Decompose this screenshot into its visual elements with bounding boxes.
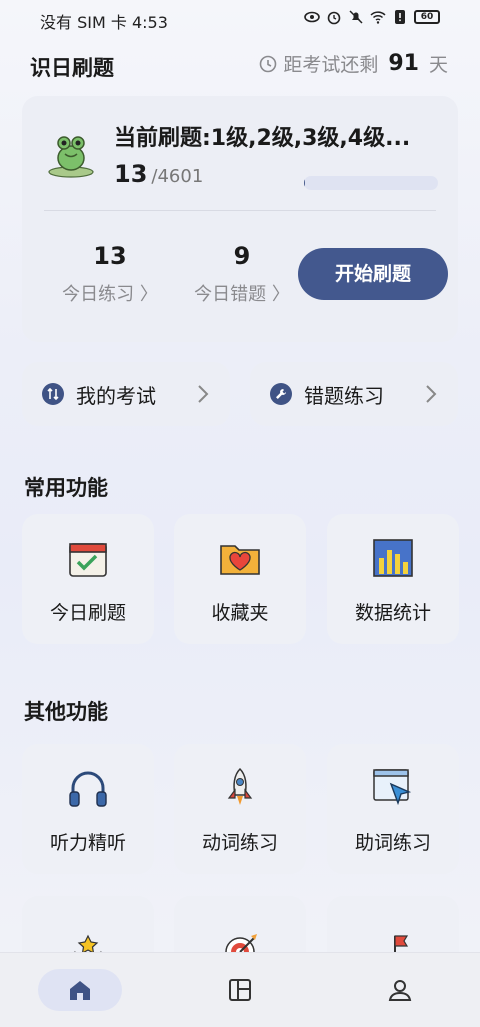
headphones-icon bbox=[69, 771, 107, 807]
battery-icon: 60 bbox=[414, 10, 440, 24]
tile-favorites[interactable]: 收藏夹 bbox=[174, 514, 306, 644]
current-practice-card[interactable]: 当前刷题:1级,2级,3级,4级... 13/4601 13 今日练习 〉 9 … bbox=[22, 96, 458, 342]
swap-icon bbox=[42, 383, 64, 405]
tile-label: 今日刷题 bbox=[49, 602, 126, 624]
today-wrong-value: 9 bbox=[233, 242, 251, 270]
user-icon bbox=[388, 980, 412, 1001]
frog-icon bbox=[48, 136, 94, 178]
tile-verb-practice[interactable]: 动词练习 bbox=[174, 744, 306, 874]
today-wrong-label: 今日错题 〉 bbox=[194, 284, 290, 305]
mistake-practice-label: 错题练习 bbox=[304, 383, 384, 408]
header: 识日刷题 距考试还剩 91 天 bbox=[30, 48, 448, 82]
status-carrier-time: 没有 SIM 卡 4:53 bbox=[40, 13, 168, 32]
wrench-icon bbox=[270, 383, 292, 405]
nav-library[interactable] bbox=[198, 969, 282, 1011]
countdown-unit: 天 bbox=[428, 54, 448, 76]
status-bar: 没有 SIM 卡 4:53 60 bbox=[0, 0, 480, 36]
cursor-click-icon bbox=[373, 769, 412, 806]
my-exam-label: 我的考试 bbox=[76, 383, 156, 408]
other-functions-title: 其他功能 bbox=[24, 700, 108, 724]
tile-today-practice[interactable]: 今日刷题 bbox=[22, 514, 154, 644]
alert-icon bbox=[395, 10, 405, 24]
home-icon bbox=[70, 981, 90, 1000]
tile-label: 听力精听 bbox=[49, 832, 126, 854]
start-practice-button[interactable]: 开始刷题 bbox=[298, 248, 448, 300]
total-count: /4601 bbox=[151, 166, 204, 187]
tile-label: 助词练习 bbox=[354, 832, 431, 854]
eye-icon bbox=[304, 11, 320, 23]
divider bbox=[44, 210, 436, 211]
tile-label: 动词练习 bbox=[201, 832, 278, 854]
layout-icon bbox=[229, 979, 251, 1001]
bottom-navigation bbox=[0, 952, 480, 1027]
tile-particle-practice[interactable]: 助词练习 bbox=[327, 744, 459, 874]
tile-listening[interactable]: 听力精听 bbox=[22, 744, 154, 874]
today-practice-label: 今日练习 〉 bbox=[62, 284, 158, 305]
bar-chart-icon bbox=[373, 539, 413, 577]
progress-bar bbox=[304, 176, 438, 190]
progress-count: 13/4601 bbox=[114, 160, 203, 188]
tile-statistics[interactable]: 数据统计 bbox=[327, 514, 459, 644]
today-practice-stat[interactable]: 13 今日练习 〉 bbox=[50, 242, 170, 306]
rocket-icon bbox=[227, 767, 253, 805]
nav-profile[interactable] bbox=[358, 969, 442, 1011]
today-wrong-stat[interactable]: 9 今日错题 〉 bbox=[182, 242, 302, 306]
today-practice-value: 13 bbox=[93, 242, 127, 270]
heart-folder-icon bbox=[220, 545, 260, 575]
page-title: 识日刷题 bbox=[30, 56, 114, 80]
current-practice-title: 当前刷题:1级,2级,3级,4级... bbox=[114, 126, 411, 151]
tile-label: 数据统计 bbox=[354, 602, 431, 624]
countdown-prefix: 距考试还剩 bbox=[283, 54, 379, 76]
mute-icon bbox=[349, 10, 363, 24]
wifi-icon bbox=[370, 11, 386, 24]
chevron-right-icon bbox=[198, 385, 209, 403]
exam-countdown: 距考试还剩 91 天 bbox=[259, 50, 448, 77]
common-functions-title: 常用功能 bbox=[24, 476, 108, 500]
chevron-right-icon bbox=[426, 385, 437, 403]
nav-home[interactable] bbox=[38, 969, 122, 1011]
clock-icon bbox=[260, 55, 277, 72]
calendar-check-icon bbox=[69, 543, 107, 577]
alarm-icon bbox=[327, 11, 341, 25]
done-count: 13 bbox=[114, 160, 148, 188]
my-exam-button[interactable]: 我的考试 bbox=[22, 362, 230, 426]
countdown-days: 91 bbox=[388, 51, 419, 76]
mistake-practice-button[interactable]: 错题练习 bbox=[250, 362, 458, 426]
tile-label: 收藏夹 bbox=[211, 602, 269, 624]
